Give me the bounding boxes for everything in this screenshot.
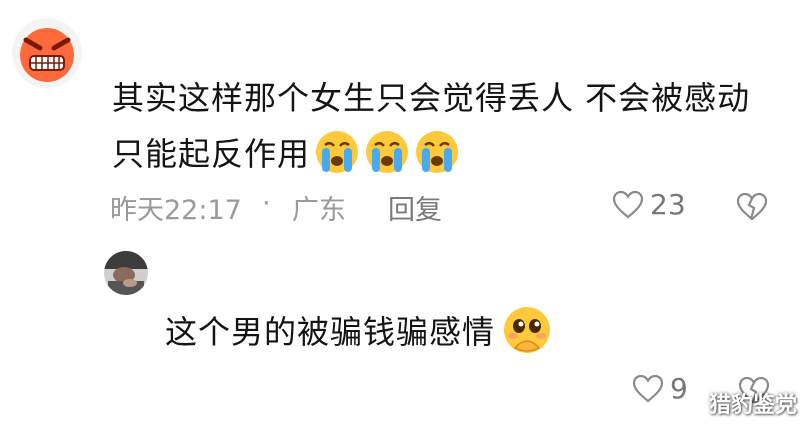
pleading-face-icon (504, 307, 551, 353)
user-photo-avatar (104, 251, 148, 295)
like-count: 23 (650, 188, 686, 221)
heart-outline-icon (632, 374, 664, 402)
angry-face-avatar-icon (12, 18, 82, 88)
comment-text: 这个男的被骗钱骗感情 (165, 304, 553, 356)
crying-face-icon (366, 131, 409, 173)
avatar[interactable] (12, 18, 82, 88)
like-count: 9 (670, 372, 688, 405)
comment-body: 这个男的被骗钱骗感情 (165, 313, 496, 351)
like-button[interactable]: 9 (632, 372, 688, 405)
broken-heart-icon (736, 192, 768, 221)
dislike-button[interactable] (736, 192, 768, 226)
watermark: 猎豹鉴党 (708, 393, 797, 418)
crying-face-icon (316, 131, 359, 173)
comment-time: 昨天22:17 (110, 195, 242, 226)
like-button[interactable]: 23 (612, 188, 686, 221)
crying-face-icon (416, 131, 459, 173)
reply-button[interactable]: 回复 (388, 188, 442, 227)
avatar[interactable] (104, 251, 148, 295)
meta-separator: · (262, 188, 271, 219)
comment-location: 广东 (292, 195, 346, 226)
comment-text: 其实这样那个女生只会觉得丢人 不会被感动 只能起反作用 (112, 70, 792, 182)
heart-outline-icon (612, 190, 644, 218)
